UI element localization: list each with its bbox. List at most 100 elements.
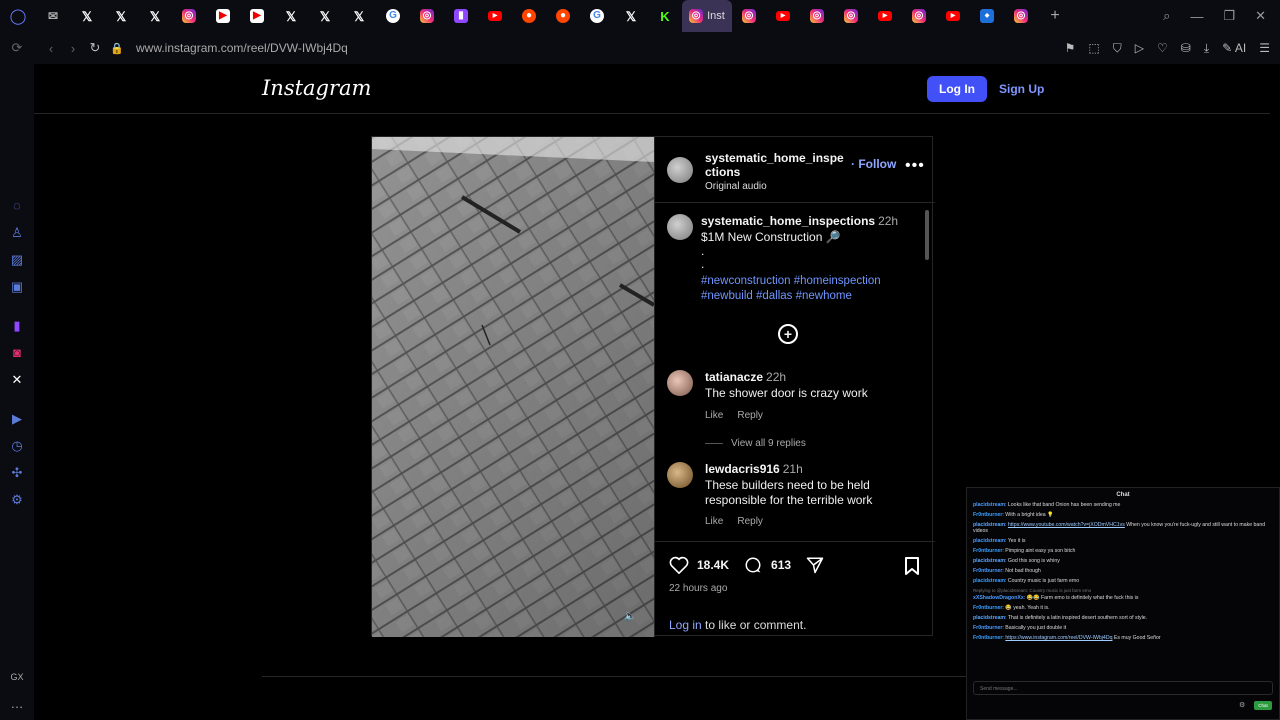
browser-tab[interactable]: 𝕏 xyxy=(342,0,376,32)
chat-username[interactable]: Fr0ntburner xyxy=(973,548,1002,554)
comment-username[interactable]: tatianacze xyxy=(705,370,763,384)
extensions-icon[interactable]: ✣ xyxy=(0,459,34,486)
browser-tab[interactable]: ▮ xyxy=(444,0,478,32)
chat-username[interactable]: placidstream xyxy=(973,502,1005,508)
login-link[interactable]: Log in xyxy=(669,618,702,632)
chat-send-button[interactable]: Chat xyxy=(1254,701,1272,710)
play-icon[interactable]: ▷ xyxy=(1135,41,1144,55)
aria-icon[interactable]: ◌ xyxy=(0,192,34,219)
chat-username[interactable]: placidstream xyxy=(973,615,1005,621)
chat-link[interactable]: https://www.instagram.com/reel/DVW-IWbj4… xyxy=(1005,635,1112,641)
share-icon[interactable] xyxy=(805,556,825,574)
browser-tab[interactable]: ▶ xyxy=(868,0,902,32)
settings-icon[interactable]: ⚙ xyxy=(0,486,34,513)
browser-tab[interactable]: ● xyxy=(546,0,580,32)
more-icon[interactable]: … xyxy=(0,690,34,717)
browser-tab[interactable]: ▶ xyxy=(766,0,800,32)
view-replies-button[interactable]: View all 9 replies xyxy=(705,438,806,449)
browser-tab[interactable]: ◎ xyxy=(172,0,206,32)
original-audio-link[interactable]: Original audio xyxy=(705,181,767,192)
wallet-icon[interactable]: ⛁ xyxy=(1181,41,1191,55)
snapshot-icon[interactable]: ⬚ xyxy=(1088,41,1099,55)
chat-link[interactable]: https://www.youtube.com/watch?v=jXODmVHC… xyxy=(1008,522,1125,528)
gx-control-icon[interactable]: GX xyxy=(0,663,34,690)
chat-username[interactable]: Fr0ntburner xyxy=(973,568,1002,574)
browser-tab[interactable]: 𝕏 xyxy=(614,0,648,32)
chat-username[interactable]: Fr0ntburner xyxy=(973,625,1002,631)
player-icon[interactable]: ▶ xyxy=(0,405,34,432)
browser-tab[interactable]: 𝕏 xyxy=(104,0,138,32)
bot-icon[interactable]: ♙ xyxy=(0,219,34,246)
login-button[interactable]: Log In xyxy=(927,76,987,102)
like-comment-button[interactable]: Like xyxy=(705,516,723,527)
browser-tab[interactable]: ◎ xyxy=(902,0,936,32)
browser-tab[interactable]: ◎ xyxy=(800,0,834,32)
mail-icon[interactable]: ▣ xyxy=(0,273,34,300)
browser-tab[interactable]: ◎ xyxy=(410,0,444,32)
chat-username[interactable]: placidstream xyxy=(973,558,1005,564)
browser-tab[interactable]: ◎ xyxy=(732,0,766,32)
browser-tab[interactable]: G xyxy=(376,0,410,32)
browser-tab[interactable]: ◎ Inst xyxy=(682,0,732,32)
comment-bubble-icon[interactable] xyxy=(743,556,763,574)
chat-username[interactable]: Fr0ntburner xyxy=(973,512,1002,518)
browser-tab[interactable]: K xyxy=(648,0,682,32)
opera-gx-menu-icon[interactable]: ◯ xyxy=(0,0,36,32)
commenter-avatar[interactable] xyxy=(667,370,693,396)
scrollbar-thumb[interactable] xyxy=(925,210,929,260)
heart-icon[interactable]: ♡ xyxy=(1157,41,1168,55)
like-comment-button[interactable]: Like xyxy=(705,410,723,421)
browser-tab[interactable]: ▶ xyxy=(936,0,970,32)
browser-tab[interactable]: ▶ xyxy=(206,0,240,32)
signup-link[interactable]: Sign Up xyxy=(999,82,1044,96)
reload-sidebar-icon[interactable]: ⟳ xyxy=(6,40,28,56)
comment-username[interactable]: lewdacris916 xyxy=(705,462,780,476)
search-tabs-icon[interactable]: ⌕ xyxy=(1163,8,1170,24)
author-avatar[interactable] xyxy=(667,157,693,183)
caption-username[interactable]: systematic_home_inspections xyxy=(701,214,875,228)
browser-tab[interactable]: 𝕏 xyxy=(308,0,342,32)
url-field[interactable]: www.instagram.com/reel/DVW-IWbj4Dq xyxy=(136,41,348,55)
chat-username[interactable]: xXShadowDragonXx xyxy=(973,595,1024,601)
ai-button[interactable]: ✎ AI xyxy=(1222,41,1246,55)
caption-hashtags[interactable]: #newconstruction #homeinspection #newbui… xyxy=(701,274,901,304)
browser-tab[interactable]: ◎ xyxy=(834,0,868,32)
browser-tab[interactable]: ✉ xyxy=(36,0,70,32)
author-username[interactable]: systematic_home_inspections xyxy=(705,151,845,179)
browser-tab[interactable]: ◆ xyxy=(970,0,1004,32)
chat-message-input[interactable]: Send message... xyxy=(973,681,1273,695)
caption-avatar[interactable] xyxy=(667,214,693,240)
reply-button[interactable]: Reply xyxy=(737,516,763,527)
new-tab-button[interactable]: + xyxy=(1038,0,1072,32)
chat-username[interactable]: placidstream xyxy=(973,538,1005,544)
pin-icon[interactable]: ⚑ xyxy=(1065,41,1076,55)
close-window-button[interactable]: ✕ xyxy=(1255,8,1266,24)
chat-username[interactable]: Fr0ntburner xyxy=(973,605,1002,611)
menu-icon[interactable]: ☰ xyxy=(1259,41,1270,55)
browser-tab[interactable]: ● xyxy=(512,0,546,32)
instagram-logo[interactable]: Instagram xyxy=(262,76,371,100)
maximize-button[interactable]: ❐ xyxy=(1223,8,1235,24)
load-more-comments-icon[interactable]: + xyxy=(778,324,798,344)
chat-username[interactable]: Fr0ntburner xyxy=(973,635,1002,641)
lock-icon[interactable]: 🔒 xyxy=(106,42,128,55)
back-button[interactable]: ‹ xyxy=(40,41,62,56)
browser-tab[interactable]: ▶ xyxy=(478,0,512,32)
likes-count[interactable]: 18.4K xyxy=(697,558,729,572)
browser-tab[interactable]: G xyxy=(580,0,614,32)
instagram-sidebar-icon[interactable]: ◙ xyxy=(0,339,34,366)
reload-button[interactable]: ↻ xyxy=(84,40,106,56)
like-heart-icon[interactable] xyxy=(669,556,689,574)
browser-tab[interactable]: ◎ xyxy=(1004,0,1038,32)
chat-settings-icon[interactable]: ⚙ xyxy=(1239,701,1245,709)
browser-tab[interactable]: 𝕏 xyxy=(138,0,172,32)
chat-username[interactable]: placidstream xyxy=(973,578,1005,584)
bookmark-icon[interactable] xyxy=(903,556,921,576)
minimize-button[interactable]: — xyxy=(1190,9,1203,24)
reel-video[interactable]: 🔈 xyxy=(372,137,654,637)
twitch-sidebar-icon[interactable]: ▮ xyxy=(0,312,34,339)
comments-scrollbar[interactable] xyxy=(923,204,931,534)
shield-icon[interactable]: ⛉ xyxy=(1113,41,1122,56)
history-icon[interactable]: ◷ xyxy=(0,432,34,459)
forward-button[interactable]: › xyxy=(62,41,84,56)
